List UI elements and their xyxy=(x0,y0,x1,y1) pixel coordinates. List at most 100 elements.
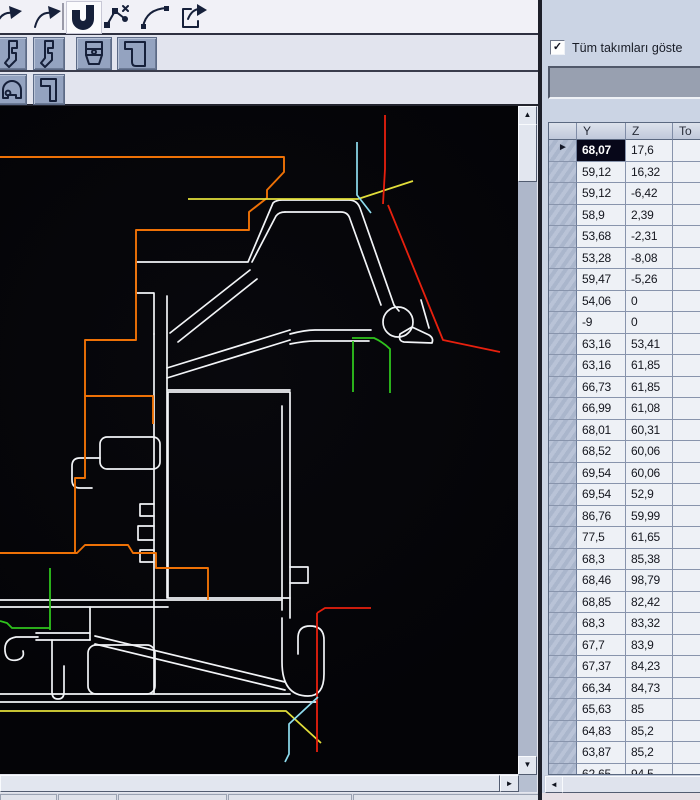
z-cell[interactable]: 85 xyxy=(626,699,673,721)
z-cell[interactable]: 84,23 xyxy=(626,656,673,678)
row-selector-cell[interactable] xyxy=(549,248,577,270)
y-cell[interactable]: 58,9 xyxy=(577,205,626,227)
z-cell[interactable]: 83,9 xyxy=(626,635,673,657)
y-cell[interactable]: 65,63 xyxy=(577,699,626,721)
node-edit-icon[interactable] xyxy=(102,3,132,31)
tool-button-corner-profile[interactable] xyxy=(117,37,157,70)
column-header-y[interactable]: Y xyxy=(577,123,626,140)
z-cell[interactable]: 94,5 xyxy=(626,764,673,776)
to-cell[interactable] xyxy=(673,613,700,635)
to-cell[interactable] xyxy=(673,699,700,721)
row-selector-cell[interactable]: ► xyxy=(549,140,577,162)
tool-button-profile-knife[interactable] xyxy=(0,37,27,70)
tool-button-corner-profile[interactable] xyxy=(33,74,65,105)
export-arrow-icon[interactable] xyxy=(178,3,208,31)
magnet-snap-icon[interactable] xyxy=(68,3,98,31)
z-cell[interactable]: 85,2 xyxy=(626,721,673,743)
row-selector-cell[interactable] xyxy=(549,742,577,764)
y-cell[interactable]: 53,28 xyxy=(577,248,626,270)
row-selector-cell[interactable] xyxy=(549,312,577,334)
z-cell[interactable]: -6,42 xyxy=(626,183,673,205)
to-cell[interactable] xyxy=(673,183,700,205)
table-row[interactable]: 66,7361,85 xyxy=(549,377,700,399)
to-cell[interactable] xyxy=(673,248,700,270)
row-selector-cell[interactable] xyxy=(549,377,577,399)
to-cell[interactable] xyxy=(673,463,700,485)
table-row[interactable]: 68,385,38 xyxy=(549,549,700,571)
table-scrollbar-thumb[interactable] xyxy=(562,776,700,793)
z-cell[interactable]: 84,73 xyxy=(626,678,673,700)
to-cell[interactable] xyxy=(673,312,700,334)
y-cell[interactable]: 59,47 xyxy=(577,269,626,291)
z-cell[interactable]: -5,26 xyxy=(626,269,673,291)
y-cell[interactable]: 63,16 xyxy=(577,334,626,356)
y-cell[interactable]: 68,07 xyxy=(577,140,626,162)
column-header-z[interactable]: Z xyxy=(626,123,673,140)
table-row[interactable]: ►68,0717,6 xyxy=(549,140,700,162)
row-selector-cell[interactable] xyxy=(549,162,577,184)
z-cell[interactable]: 2,39 xyxy=(626,205,673,227)
row-selector-cell[interactable] xyxy=(549,463,577,485)
table-row[interactable]: 67,3784,23 xyxy=(549,656,700,678)
z-cell[interactable]: 59,99 xyxy=(626,506,673,528)
table-row[interactable]: 59,1216,32 xyxy=(549,162,700,184)
z-cell[interactable]: 60,06 xyxy=(626,463,673,485)
z-cell[interactable]: 61,85 xyxy=(626,377,673,399)
row-selector-cell[interactable] xyxy=(549,484,577,506)
table-row[interactable]: 63,1653,41 xyxy=(549,334,700,356)
z-cell[interactable]: 52,9 xyxy=(626,484,673,506)
y-cell[interactable]: 67,7 xyxy=(577,635,626,657)
y-cell[interactable]: 68,3 xyxy=(577,613,626,635)
to-cell[interactable] xyxy=(673,527,700,549)
z-cell[interactable]: 61,85 xyxy=(626,355,673,377)
table-row[interactable]: 68,383,32 xyxy=(549,613,700,635)
y-cell[interactable]: 63,16 xyxy=(577,355,626,377)
table-row[interactable]: 68,4698,79 xyxy=(549,570,700,592)
tool-button-tool-holder[interactable] xyxy=(76,37,112,70)
to-cell[interactable] xyxy=(673,420,700,442)
y-cell[interactable]: 54,06 xyxy=(577,291,626,313)
vertical-scrollbar-thumb[interactable] xyxy=(518,124,537,182)
row-selector-cell[interactable] xyxy=(549,506,577,528)
z-cell[interactable]: 16,32 xyxy=(626,162,673,184)
tool-filter-input[interactable] xyxy=(548,66,700,99)
z-cell[interactable]: 61,08 xyxy=(626,398,673,420)
row-selector-cell[interactable] xyxy=(549,398,577,420)
row-selector-cell[interactable] xyxy=(549,699,577,721)
row-selector-cell[interactable] xyxy=(549,721,577,743)
row-selector-cell[interactable] xyxy=(549,764,577,776)
table-row[interactable]: 68,8582,42 xyxy=(549,592,700,614)
row-selector-cell[interactable] xyxy=(549,549,577,571)
z-cell[interactable]: 60,31 xyxy=(626,420,673,442)
to-cell[interactable] xyxy=(673,570,700,592)
table-row[interactable]: 63,1661,85 xyxy=(549,355,700,377)
table-row[interactable]: 68,5260,06 xyxy=(549,441,700,463)
table-row[interactable]: 59,47-5,26 xyxy=(549,269,700,291)
row-selector-cell[interactable] xyxy=(549,592,577,614)
y-cell[interactable]: 68,85 xyxy=(577,592,626,614)
z-cell[interactable]: -8,08 xyxy=(626,248,673,270)
z-cell[interactable]: 61,65 xyxy=(626,527,673,549)
vertical-scrollbar[interactable]: ▲ ▼ xyxy=(518,106,537,775)
y-cell[interactable]: 67,37 xyxy=(577,656,626,678)
z-cell[interactable]: 85,38 xyxy=(626,549,673,571)
to-cell[interactable] xyxy=(673,506,700,528)
show-all-tools-checkbox[interactable]: ✓ xyxy=(550,40,565,55)
cad-viewport[interactable] xyxy=(0,106,518,774)
z-cell[interactable]: -2,31 xyxy=(626,226,673,248)
to-cell[interactable] xyxy=(673,377,700,399)
row-selector-cell[interactable] xyxy=(549,441,577,463)
table-row[interactable]: 54,060 xyxy=(549,291,700,313)
y-cell[interactable]: 77,5 xyxy=(577,527,626,549)
z-cell[interactable]: 83,32 xyxy=(626,613,673,635)
y-cell[interactable]: 86,76 xyxy=(577,506,626,528)
y-cell[interactable]: 53,68 xyxy=(577,226,626,248)
redo-arrow-icon[interactable] xyxy=(0,3,23,31)
row-selector-cell[interactable] xyxy=(549,183,577,205)
z-cell[interactable]: 85,2 xyxy=(626,742,673,764)
y-cell[interactable]: 68,46 xyxy=(577,570,626,592)
to-cell[interactable] xyxy=(673,549,700,571)
row-selector-cell[interactable] xyxy=(549,269,577,291)
table-row[interactable]: 69,5452,9 xyxy=(549,484,700,506)
table-row[interactable]: 64,8385,2 xyxy=(549,721,700,743)
